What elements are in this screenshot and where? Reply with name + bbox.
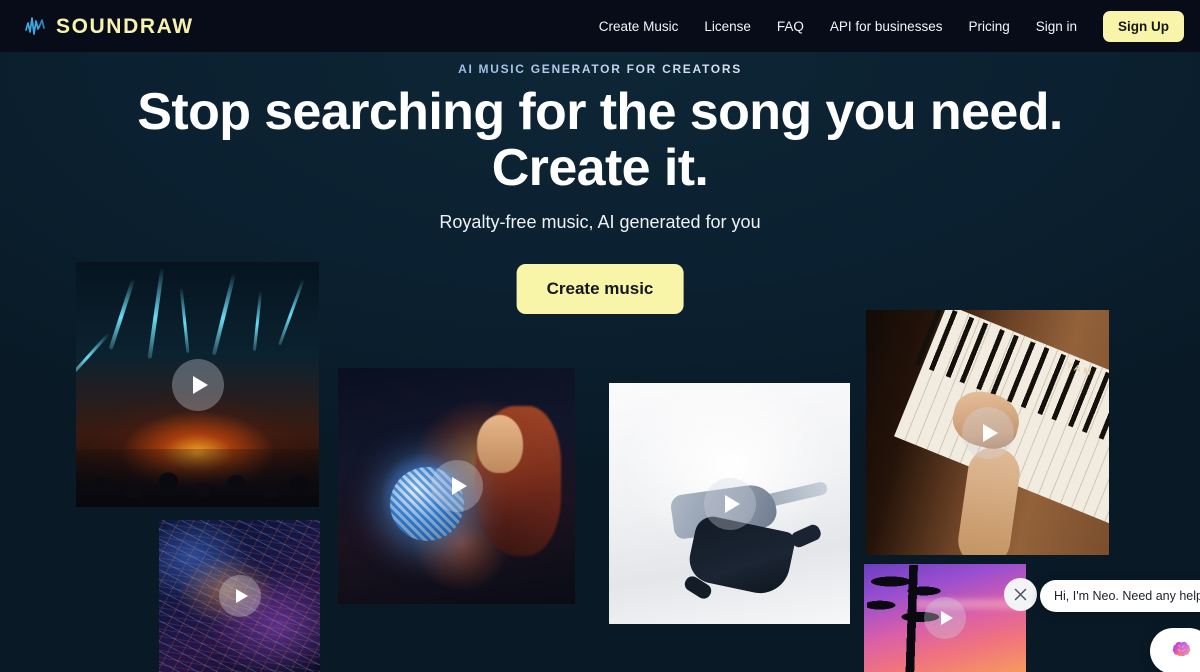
chat-message-bubble[interactable]: Hi, I'm Neo. Need any help? xyxy=(1040,580,1200,612)
create-music-button[interactable]: Create music xyxy=(516,264,684,314)
headline-line-2: Create it. xyxy=(491,139,709,198)
video-card-breakdancer-white-studio[interactable] xyxy=(609,383,850,624)
main-nav: Create Music License FAQ API for busines… xyxy=(599,10,1184,42)
video-card-disco-ball-woman[interactable] xyxy=(338,368,575,604)
nav-item-pricing[interactable]: Pricing xyxy=(968,19,1009,34)
nav-item-create-music[interactable]: Create Music xyxy=(599,19,679,34)
sign-up-button[interactable]: Sign Up xyxy=(1103,10,1184,42)
nav-item-faq[interactable]: FAQ xyxy=(777,19,804,34)
play-icon[interactable] xyxy=(703,477,756,530)
logo[interactable]: SOUNDRAW xyxy=(24,14,194,38)
waveform-icon xyxy=(25,17,45,35)
play-icon[interactable] xyxy=(218,575,261,617)
page-root: SOUNDRAW Create Music License FAQ API fo… xyxy=(0,0,1200,672)
close-icon xyxy=(1014,588,1027,601)
video-card-concert-laser-show[interactable] xyxy=(76,262,319,507)
hero-subhead: Royalty-free music, AI generated for you xyxy=(439,212,761,232)
video-card-tropical-sunset[interactable] xyxy=(864,564,1026,672)
play-icon[interactable] xyxy=(430,460,483,512)
chat-launcher-button[interactable] xyxy=(1150,628,1200,672)
headline-line-1: Stop searching for the song you need. xyxy=(137,83,1063,141)
chat-close-button[interactable] xyxy=(1004,578,1037,611)
play-icon[interactable] xyxy=(924,597,966,639)
video-card-night-cityscape[interactable] xyxy=(159,520,320,672)
video-card-piano-hands[interactable]: YAM xyxy=(866,310,1109,555)
nav-item-api-for-businesses[interactable]: API for businesses xyxy=(830,19,943,34)
nav-item-sign-in[interactable]: Sign in xyxy=(1036,19,1077,34)
nav-item-license[interactable]: License xyxy=(704,19,751,34)
play-icon[interactable] xyxy=(171,358,224,411)
site-header: SOUNDRAW Create Music License FAQ API fo… xyxy=(0,0,1200,52)
hero-eyebrow: AI MUSIC GENERATOR FOR CREATORS xyxy=(0,62,1200,76)
page-title: Stop searching for the song you need. Cr… xyxy=(0,84,1200,196)
play-icon[interactable] xyxy=(961,406,1014,459)
logo-text: SOUNDRAW xyxy=(56,14,194,38)
brain-icon xyxy=(1172,641,1191,657)
